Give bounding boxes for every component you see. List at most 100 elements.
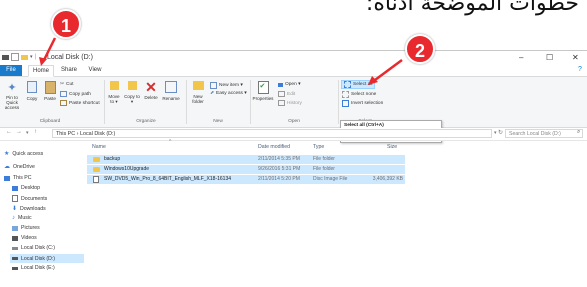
select-none-button[interactable]: Select none [342, 91, 376, 98]
history-button[interactable]: History [278, 100, 302, 106]
tab-view[interactable]: View [84, 65, 106, 76]
paste-button[interactable]: Paste [43, 81, 57, 101]
new-item-button[interactable]: New item ▾ [210, 82, 243, 89]
invert-selection-button[interactable]: Invert selection [342, 100, 383, 107]
column-header-size[interactable]: Size [387, 144, 397, 150]
back-arrow-icon[interactable]: ← [6, 129, 12, 135]
callout-marker-1: 1 [51, 9, 81, 39]
tab-home[interactable]: Home [28, 65, 54, 77]
nav-item-desktop[interactable]: Desktop [12, 185, 40, 191]
callout-marker-2: 2 [405, 34, 435, 64]
nav-item-documents[interactable]: Documents [12, 195, 47, 202]
pictures-icon [12, 225, 18, 231]
file-type: File folder [313, 156, 335, 162]
separator [186, 80, 187, 124]
nav-item-pictures[interactable]: Pictures [12, 225, 40, 231]
file-size: 3,406,392 KB [372, 176, 403, 182]
table-row[interactable]: Windows10Upgrade 9/26/2016 5:31 PM File … [87, 165, 405, 174]
separator [250, 80, 251, 124]
new-folder-button[interactable]: New folder [189, 81, 207, 104]
open-button[interactable]: Open ▾ [278, 82, 300, 87]
checkmark-icon: ✔ [259, 83, 266, 90]
rename-button[interactable]: Rename [162, 81, 180, 101]
breadcrumb: This PC › Local Disk (D:) [56, 131, 116, 137]
refresh-icon[interactable]: ↻ [498, 129, 503, 136]
music-icon: ♪ [12, 215, 15, 221]
pin-icon: ✦ [7, 82, 17, 94]
organize-group-label: Organize [136, 119, 156, 124]
recent-dropdown-icon[interactable]: ▾ [26, 130, 29, 136]
easy-access-button[interactable]: ⬈ Easy access ▾ [210, 91, 247, 96]
file-name: backup [104, 156, 121, 162]
nav-item-downloads[interactable]: ⬇ Downloads [12, 205, 46, 213]
rename-icon [165, 81, 177, 93]
edit-button[interactable]: Edit [278, 91, 295, 97]
address-dropdown-icon[interactable]: ▾ [494, 130, 497, 136]
open-group-label: Open [288, 119, 300, 124]
open-icon [278, 82, 283, 87]
nav-item-local-disk-e[interactable]: Local Disk (E:) [12, 265, 55, 271]
cut-button[interactable]: ✂ Cut [60, 82, 74, 87]
maximize-button[interactable]: ☐ [546, 53, 553, 62]
drive-e-icon [12, 266, 18, 270]
computer-icon [4, 175, 10, 181]
column-header-date[interactable]: Date modified [258, 144, 290, 150]
search-input[interactable]: Search Local Disk (D:) [505, 129, 583, 138]
folder-qat-icon[interactable] [21, 54, 28, 60]
nav-item-onedrive[interactable]: ☁ OneDrive [4, 163, 35, 171]
nav-item-videos[interactable]: Videos [12, 235, 37, 241]
separator-icon: | [34, 54, 37, 60]
help-icon[interactable]: ? [578, 66, 582, 73]
tab-file[interactable]: File [0, 65, 22, 76]
folder-icon [93, 157, 100, 162]
new-group-label: New [213, 119, 223, 124]
pin-quick-access-button[interactable]: ✦ Pin to Quick access [2, 81, 22, 110]
address-bar-row: ← → ▾ ↑ This PC › Local Disk (D:) ▾ ↻ Se… [0, 128, 587, 141]
search-placeholder: Search Local Disk (D:) [509, 131, 561, 137]
ribbon: ✦ Pin to Quick access Copy Paste ✂ Cut Co… [0, 77, 587, 128]
cloud-icon: ☁ [4, 164, 10, 170]
nav-item-quick-access[interactable]: ★ Quick access [4, 150, 43, 158]
file-name: Windows10Upgrade [104, 166, 150, 172]
properties-button[interactable]: ✔ Properties [252, 81, 274, 101]
copy-icon [27, 81, 37, 93]
paste-shortcut-button[interactable]: Paste shortcut [60, 100, 100, 106]
properties-qat-icon[interactable] [11, 53, 19, 61]
select-all-button[interactable]: Select all [341, 80, 376, 89]
instruction-text: خطوات الموضحة أدناه: [365, 0, 579, 16]
ribbon-tabs: File Home Share View ? [0, 65, 587, 77]
copy-button[interactable]: Copy [25, 81, 39, 101]
file-type: Disc Image File [313, 176, 348, 182]
paste-shortcut-icon [60, 100, 67, 106]
invert-selection-icon [342, 100, 349, 107]
move-to-button[interactable]: Move to ▾ [106, 81, 122, 104]
close-button[interactable]: ✕ [572, 53, 579, 62]
delete-button[interactable]: ✕ Delete [142, 80, 160, 101]
qat-dropdown-icon[interactable]: ▾ [30, 54, 33, 60]
column-header-name[interactable]: Name [92, 144, 106, 150]
minimize-button[interactable]: – [519, 53, 523, 62]
column-header-type[interactable]: Type [313, 144, 324, 150]
table-row[interactable]: backup 2/11/2014 5:35 PM File folder [87, 155, 405, 164]
select-all-icon [344, 81, 351, 88]
star-icon: ★ [4, 151, 10, 157]
separator [338, 80, 339, 124]
tab-share[interactable]: Share [58, 65, 80, 76]
file-date: 2/11/2014 5:20 PM [258, 176, 300, 182]
file-date: 2/11/2014 5:35 PM [258, 156, 300, 162]
up-arrow-icon[interactable]: ↑ [34, 129, 37, 135]
nav-item-music[interactable]: ♪ Music [12, 215, 32, 221]
copy-path-button[interactable]: Copy path [60, 91, 91, 97]
table-row[interactable]: SW_DVD5_Win_Pro_8_64BIT_English_MLF_X18-… [87, 175, 405, 184]
copy-to-icon [127, 81, 137, 90]
nav-item-this-pc[interactable]: This PC [4, 175, 31, 181]
forward-arrow-icon[interactable]: → [16, 129, 22, 135]
nav-item-local-disk-d[interactable]: Local Disk (D:) [10, 254, 84, 263]
search-icon[interactable]: ⌕ [577, 129, 580, 136]
documents-icon [12, 195, 18, 202]
address-input[interactable]: This PC › Local Disk (D:) [52, 129, 492, 138]
title-bar: ▾ | Local Disk (D:) – ☐ ✕ [0, 51, 587, 65]
edit-icon [278, 91, 285, 97]
copy-to-button[interactable]: Copy to ▾ [124, 81, 140, 104]
nav-item-local-disk-c[interactable]: Local Disk (C:) [12, 245, 55, 251]
